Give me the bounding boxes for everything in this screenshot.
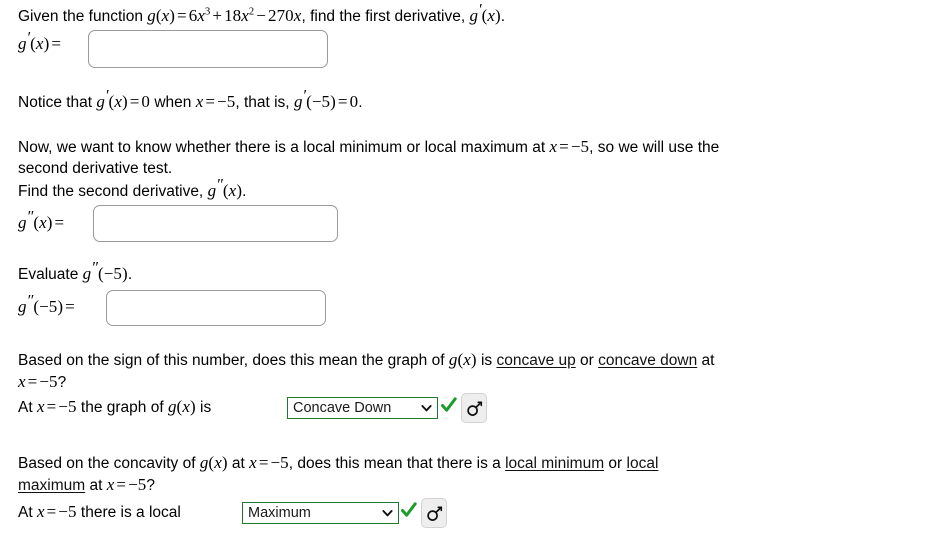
extremum-q-b: at [227, 455, 250, 472]
notice-text-1: Notice that [18, 94, 97, 111]
extremum-select-value: Maximum [248, 505, 311, 521]
notice-text-4: . [358, 94, 363, 111]
magnifier-icon [427, 506, 443, 521]
extremum-answer-prefix: At x = −5 there is a local [18, 501, 181, 524]
problem-statement-end: . [500, 8, 506, 25]
term-local-minimum[interactable]: local minimum [505, 455, 604, 472]
extremum-q-e: at [85, 477, 107, 494]
extremum-ans-expr-x: x = −5 [36, 502, 77, 521]
concavity-select[interactable]: Concave Down [287, 397, 438, 419]
second-derivative-input[interactable] [93, 205, 338, 242]
concavity-q-a: Based on the sign of this number, does t… [18, 352, 449, 369]
notice-line: Notice that g′(x) = 0 when x = −5, that is, … [18, 87, 363, 114]
extremum-question-line-1: Based on the concavity of g(x) at x = −5, … [18, 452, 658, 475]
chevron-down-icon [382, 510, 393, 517]
second-derivative-expression: g″(x) [207, 176, 243, 200]
evaluate-input[interactable] [106, 290, 326, 326]
evaluate-prompt: Evaluate g″(−5). [18, 259, 133, 286]
problem-statement-suffix: , find the first derivative, [301, 8, 470, 25]
evaluate-text-b: . [127, 266, 133, 283]
notice-text-2: when [150, 94, 196, 111]
concavity-answer-prefix: At x = −5 the graph of g(x) is [18, 396, 211, 419]
reasoning-text-1a: Now, we want to know whether there is a … [18, 139, 550, 156]
extremum-select[interactable]: Maximum [242, 502, 399, 524]
term-local-prefix[interactable]: local [627, 455, 659, 472]
concavity-ans-expr-x: x = −5 [36, 397, 77, 416]
concavity-q-d: at [697, 352, 715, 369]
extremum-correct-check-icon [401, 502, 417, 517]
concavity-helper-button[interactable] [461, 393, 487, 423]
extremum-ans-b: there is a local [76, 504, 181, 521]
function-expression: g(x) = 6x3 +18x2−270x [147, 6, 302, 25]
chevron-down-icon [421, 405, 432, 412]
concavity-q-b: is [476, 352, 497, 369]
extremum-q-c: , does this mean that there is a [288, 455, 506, 472]
problem-statement-prefix: Given the function [18, 8, 148, 25]
notice-text-3: , that is, [235, 94, 294, 111]
notice-expr-1: g′(x) = 0 [96, 87, 151, 111]
reasoning-line-3: Find the second derivative, g″(x). [18, 176, 247, 203]
extremum-ans-a: At [18, 504, 37, 521]
reasoning-text-3a: Find the second derivative, [18, 183, 208, 200]
term-local-maximum[interactable]: maximum [18, 477, 85, 494]
reasoning-text-3b: . [242, 183, 247, 200]
first-derivative-expression: g′(x) [469, 1, 501, 25]
term-concave-up[interactable]: concave up [496, 352, 575, 369]
concavity-correct-check-icon [441, 397, 457, 412]
concavity-q-suffix: ? [57, 374, 67, 391]
evaluate-text-a: Evaluate [18, 266, 83, 283]
second-derivative-label: g″(x) = [18, 208, 65, 232]
first-derivative-input[interactable] [88, 30, 328, 68]
concavity-select-value: Concave Down [293, 400, 392, 416]
extremum-q-f: ? [146, 477, 155, 494]
reasoning-text-1b: , so we will use the [589, 139, 720, 156]
extremum-expr-x2: x = −5 [106, 475, 147, 494]
concavity-ans-b: the graph of [76, 399, 168, 416]
reasoning-line-2: second derivative test. [18, 160, 173, 177]
reasoning-line-1: Now, we want to know whether there is a … [18, 136, 719, 159]
concavity-ans-expr-g: g(x) [167, 397, 196, 416]
reasoning-expr-x: x = −5 [549, 137, 590, 156]
extremum-q-d: or [604, 455, 627, 472]
magnifier-icon [467, 401, 483, 416]
extremum-helper-button[interactable] [421, 498, 447, 528]
concavity-ans-c: is [195, 399, 212, 416]
term-concave-down[interactable]: concave down [598, 352, 697, 369]
notice-expr-2: x = −5 [195, 92, 236, 111]
evaluate-label: g″(−5) = [18, 292, 75, 316]
concavity-expr-x: x = −5 [18, 372, 58, 391]
concavity-q-c: or [575, 352, 599, 369]
first-derivative-label: g′(x) = [18, 29, 62, 53]
problem-statement: Given the function g(x) = 6x3 +18x2−270x, f… [18, 1, 506, 28]
concavity-question-line-1: Based on the sign of this number, does t… [18, 349, 714, 372]
concavity-ans-a: At [18, 399, 37, 416]
extremum-expr-x: x = −5 [249, 453, 289, 472]
concavity-expr-g: g(x) [448, 350, 477, 369]
extremum-question-line-2: maximum at x = −5? [18, 474, 155, 497]
concavity-question-line-2: x = −5? [18, 371, 66, 394]
notice-expr-3: g′(−5) = 0 [293, 87, 359, 111]
extremum-expr-g: g(x) [199, 453, 228, 472]
extremum-q-a: Based on the concavity of [18, 455, 200, 472]
evaluate-expression: g″(−5) [82, 259, 128, 283]
worksheet-page: Given the function g(x) = 6x3 +18x2−270x, f… [0, 0, 931, 550]
